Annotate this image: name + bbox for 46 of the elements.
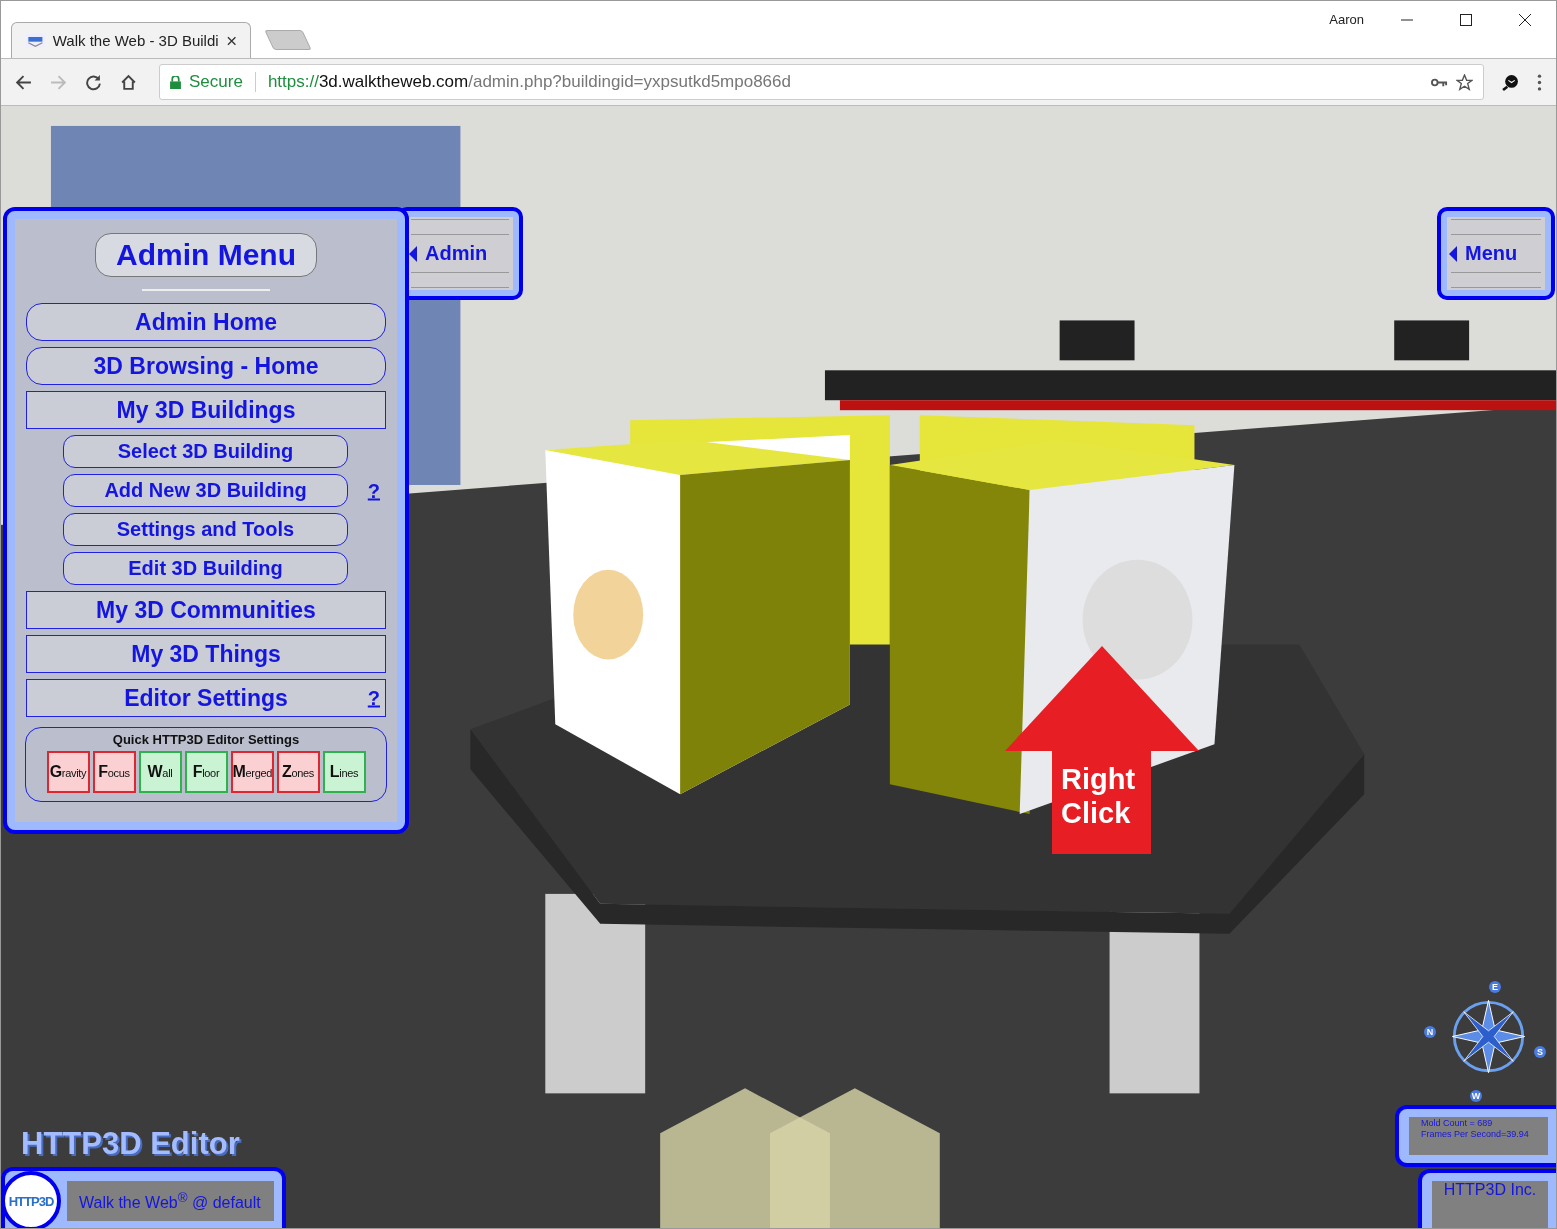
company-name: HTTP3D Inc. [1443,1181,1537,1198]
lock-icon [170,75,181,89]
menu-item[interactable]: My 3D Communities [26,591,386,629]
setting-toggle[interactable]: Merged [230,751,274,793]
setting-toggle[interactable]: Floor [184,751,228,793]
star-icon[interactable] [1456,73,1473,91]
menu-item[interactable]: My 3D Things [26,635,386,673]
help-link[interactable]: ? [367,686,380,710]
help-link[interactable]: ? [367,479,380,502]
triangle-left-icon [1449,245,1457,262]
close-icon[interactable] [1519,14,1531,26]
setting-toggle[interactable]: Focus [92,751,136,793]
menu-item[interactable]: 3D Browsing - Home [26,347,386,385]
browser-tab[interactable]: Walk the Web - 3D Buildi [11,22,251,58]
triangle-left-icon [409,245,417,262]
url-text: https://3d.walktheweb.com/admin.php?buildingid=yxpsutkd5mpo866d [267,72,791,92]
site-label: Walk the Web$^{®}$ @ default [79,1189,261,1213]
back-icon[interactable] [15,73,32,91]
menu-item[interactable]: My 3D Buildings [26,391,386,429]
editor-title: HTTP3D Editor [21,1126,240,1162]
setting-toggle[interactable]: Wall [138,751,182,793]
profile-name[interactable]: Aaron [1329,12,1364,27]
stats-text: Frames Per Second=39.94 [1421,1129,1530,1140]
extension-icon[interactable] [1502,73,1519,91]
more-menu-icon[interactable] [1537,73,1542,91]
setting-toggle[interactable]: Zones [276,751,320,793]
site-logo-icon [26,33,45,48]
right-click-arrow: Right Click [1005,646,1199,854]
menu-item[interactable]: Add New 3D Building [63,474,348,507]
setting-toggle[interactable]: Lines [322,751,366,793]
quick-settings-title: Quick HTTP3D Editor Settings [112,732,300,747]
tab-title: Walk the Web - 3D Buildi [52,32,219,49]
maximize-icon[interactable] [1460,14,1472,26]
address-bar[interactable]: Secure https://3d.walktheweb.com/admin.php?buildingid=yxpsutkd5mpo866d [159,64,1484,100]
menu-item[interactable]: Admin Home [26,303,386,341]
home-icon[interactable] [120,73,137,91]
reload-icon[interactable] [85,73,102,91]
stats-text: Mold Count = 689 [1421,1118,1494,1129]
menu-item[interactable]: Select 3D Building [63,435,348,468]
menu-toggle-button[interactable]: Menu [1437,207,1555,300]
setting-toggle[interactable]: Gravity [46,751,90,793]
secure-label: Secure [189,72,243,92]
menu-item[interactable]: Settings and Tools [63,513,348,546]
admin-menu-title: Admin Menu [95,233,317,277]
menu-item[interactable]: Edit 3D Building [63,552,348,585]
close-tab-icon[interactable] [226,35,236,46]
